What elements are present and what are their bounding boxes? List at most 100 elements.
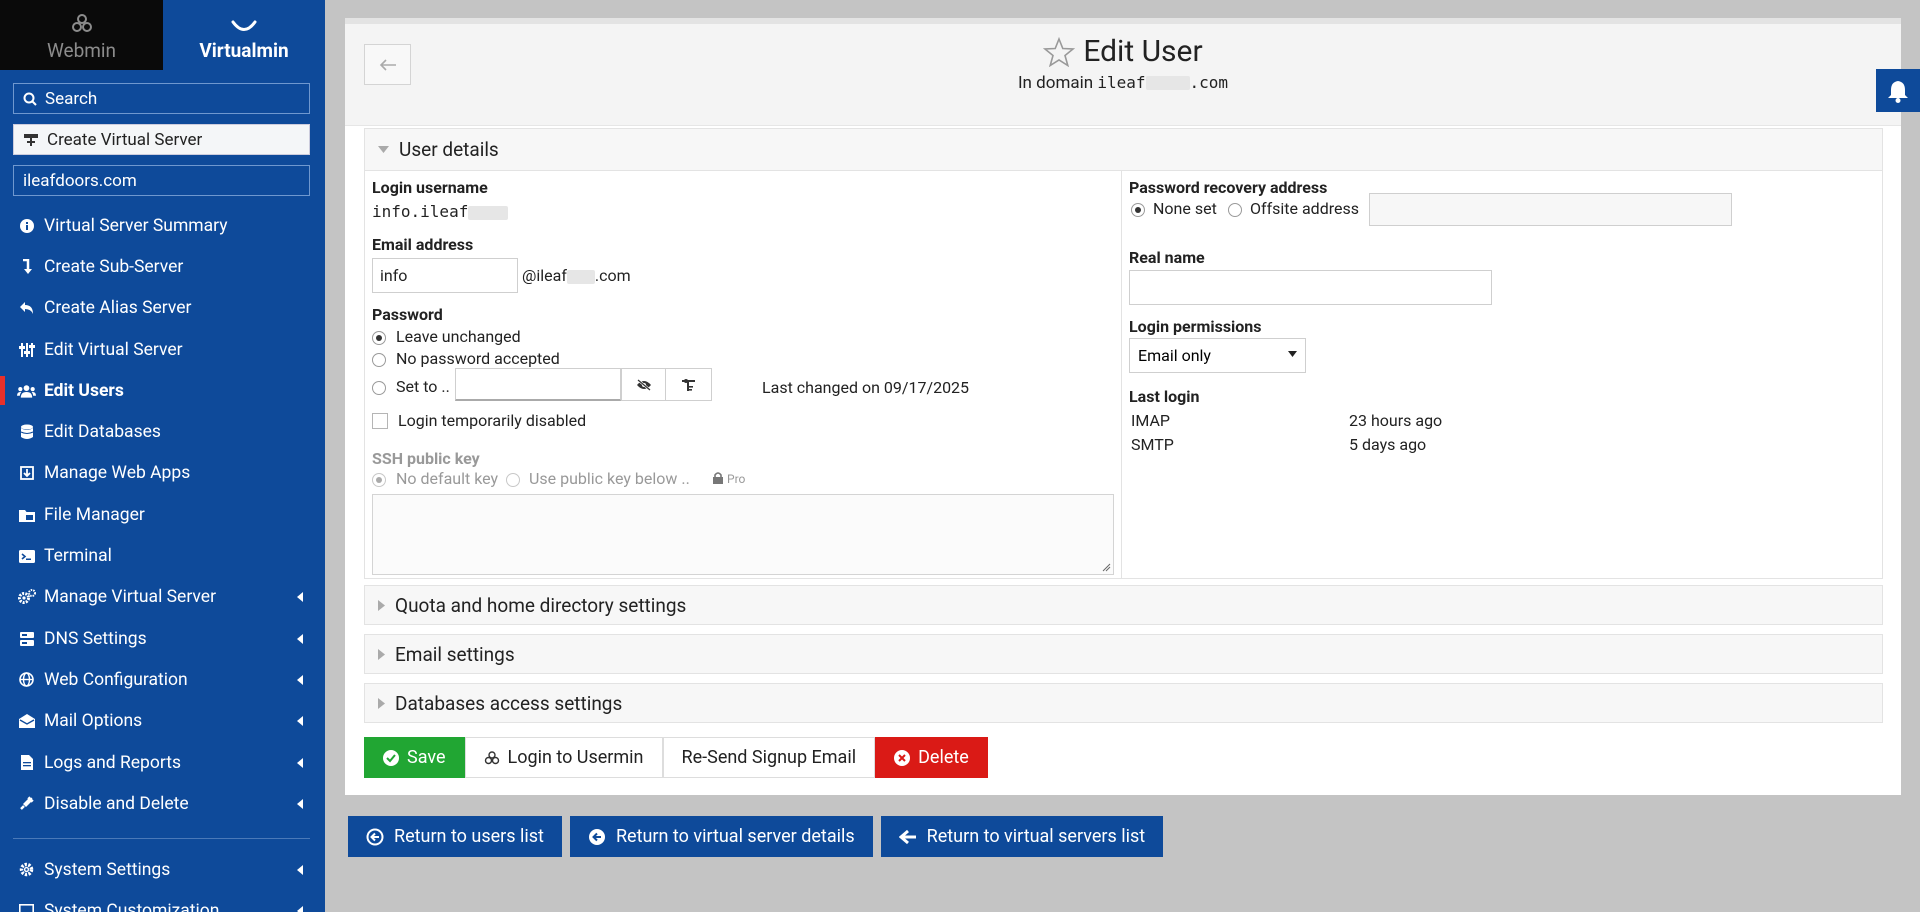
- ssh-public-key-label: SSH public key: [372, 449, 480, 468]
- usermin-logo-icon: [484, 750, 508, 766]
- return-to-virtual-servers-list-button[interactable]: Return to virtual servers list: [880, 816, 1164, 857]
- ssh-use-below-label: Use public key below ..: [529, 469, 690, 488]
- sidebar-item-system-settings[interactable]: System Settings: [0, 849, 325, 890]
- notifications-button[interactable]: [1876, 69, 1920, 112]
- webmin-switch[interactable]: Webmin: [0, 0, 163, 70]
- recovery-offsite-label: Offsite address: [1250, 199, 1359, 218]
- sidebar-item-web-configuration[interactable]: Web Configuration: [0, 659, 325, 700]
- recovery-none-radio[interactable]: [1131, 203, 1145, 217]
- ssh-use-below-radio[interactable]: [506, 473, 520, 487]
- sidebar-item-disable-and-delete[interactable]: Disable and Delete: [0, 783, 325, 824]
- sidebar-item-label: Manage Virtual Server: [44, 587, 217, 608]
- return-buttons: Return to users list Return to virtual s…: [348, 816, 1164, 857]
- password-set-label: Set to ..: [396, 377, 450, 396]
- last-login-label: Last login: [1129, 387, 1200, 406]
- create-virtual-server-button[interactable]: Create Virtual Server: [13, 124, 310, 155]
- password-recovery-label: Password recovery address: [1129, 178, 1328, 197]
- quota-section-header[interactable]: Quota and home directory settings: [364, 585, 1883, 625]
- return-to-virtual-server-details-button[interactable]: Return to virtual server details: [569, 816, 873, 857]
- cogs-icon: [17, 589, 36, 605]
- sidebar-item-logs-and-reports[interactable]: Logs and Reports: [0, 742, 325, 783]
- email-username-input[interactable]: info: [372, 258, 518, 293]
- login-permissions-select[interactable]: Email only: [1129, 338, 1306, 373]
- sidebar-item-label: System Customization: [44, 900, 220, 912]
- create-virtual-server-label: Create Virtual Server: [47, 129, 203, 150]
- login-disabled-label: Login temporarily disabled: [398, 411, 587, 430]
- redacted: [1145, 76, 1190, 90]
- save-button[interactable]: Save: [364, 737, 465, 778]
- show-password-button[interactable]: [621, 368, 666, 401]
- databases-access-section-header[interactable]: Databases access settings: [364, 683, 1883, 723]
- sidebar-item-edit-users[interactable]: Edit Users: [0, 370, 325, 411]
- terminal-icon: [17, 549, 36, 563]
- return-to-virtual-server-details-label: Return to virtual server details: [615, 826, 855, 847]
- caret-left-icon: [297, 674, 303, 685]
- recovery-offsite-input[interactable]: [1369, 193, 1732, 226]
- login-permissions-label: Login permissions: [1129, 317, 1262, 336]
- caret-left-icon: [297, 592, 303, 603]
- subtitle-domain: ileaf .com: [1097, 73, 1228, 92]
- sidebar-search[interactable]: Search: [13, 83, 310, 114]
- window-icon: [17, 904, 36, 912]
- envelope-open-icon: [17, 714, 36, 729]
- caret-right-icon: [378, 648, 385, 660]
- server-plus-icon: [23, 133, 47, 147]
- recovery-none-label: None set: [1153, 199, 1217, 218]
- login-to-usermin-button[interactable]: Login to Usermin: [464, 737, 663, 778]
- sidebar-item-virtual-server-summary[interactable]: Virtual Server Summary: [0, 205, 325, 246]
- password-none-radio[interactable]: [372, 353, 386, 367]
- sidebar-item-edit-virtual-server[interactable]: Edit Virtual Server: [0, 329, 325, 370]
- login-disabled-checkbox[interactable]: [372, 413, 388, 429]
- user-details-header[interactable]: User details: [365, 129, 1882, 171]
- new-password-input[interactable]: [455, 368, 621, 401]
- sidebar-item-label: System Settings: [44, 859, 171, 880]
- sidebar-item-manage-web-apps[interactable]: Manage Web Apps: [0, 453, 325, 494]
- domain-selector[interactable]: ileafdoors.com: [13, 165, 310, 196]
- password-set-radio[interactable]: [372, 381, 386, 395]
- login-username-text: info.ileaf: [372, 202, 469, 221]
- sidebar-item-system-customization[interactable]: System Customization: [0, 890, 325, 912]
- email-address-label: Email address: [372, 235, 474, 254]
- page-title: Edit User: [1083, 34, 1203, 69]
- caret-left-icon: [297, 905, 303, 912]
- file-icon: [17, 755, 36, 770]
- sliders-icon: [17, 342, 36, 357]
- sidebar-item-label: Edit Virtual Server: [44, 339, 183, 360]
- resend-signup-email-button[interactable]: Re-Send Signup Email: [662, 737, 876, 778]
- info-icon: [17, 218, 36, 233]
- caret-left-icon: [297, 798, 303, 809]
- sidebar-item-manage-virtual-server[interactable]: Manage Virtual Server: [0, 577, 325, 618]
- key-generate-icon: [681, 377, 696, 392]
- globe-icon: [17, 672, 36, 688]
- bell-icon: [1887, 79, 1909, 103]
- sidebar-item-file-manager[interactable]: File Manager: [0, 494, 325, 535]
- sidebar-divider: [13, 838, 310, 839]
- caret-right-icon: [378, 599, 385, 611]
- ssh-key-textarea[interactable]: [372, 494, 1114, 575]
- eye-slash-icon: [636, 378, 652, 391]
- resend-signup-email-label: Re-Send Signup Email: [681, 747, 857, 768]
- sidebar-item-create-sub-server[interactable]: Create Sub-Server: [0, 246, 325, 287]
- generate-password-button[interactable]: [665, 368, 712, 401]
- caret-left-icon: [297, 864, 303, 875]
- delete-button[interactable]: Delete: [875, 737, 988, 778]
- virtualmin-switch[interactable]: Virtualmin: [163, 0, 325, 70]
- real-name-input[interactable]: [1129, 270, 1492, 305]
- sidebar-item-terminal[interactable]: Terminal: [0, 535, 325, 576]
- sidebar-item-mail-options[interactable]: Mail Options: [0, 701, 325, 742]
- email-settings-section-header[interactable]: Email settings: [364, 634, 1883, 674]
- return-to-users-list-button[interactable]: Return to users list: [348, 816, 562, 857]
- sidebar-item-dns-settings[interactable]: DNS Settings: [0, 618, 325, 659]
- times-circle-icon: [894, 749, 918, 766]
- section-title: User details: [399, 138, 499, 161]
- recovery-offsite-radio[interactable]: [1228, 203, 1242, 217]
- sidebar-item-create-alias-server[interactable]: Create Alias Server: [0, 288, 325, 329]
- save-label: Save: [407, 747, 446, 768]
- ssh-no-default-radio[interactable]: [372, 473, 386, 487]
- sidebar-item-edit-databases[interactable]: Edit Databases: [0, 411, 325, 452]
- redacted: [468, 205, 509, 220]
- favorite-star-icon[interactable]: [1043, 36, 1083, 67]
- resize-handle-icon[interactable]: [1102, 563, 1111, 572]
- password-leave-unchanged-label: Leave unchanged: [396, 327, 521, 346]
- password-leave-unchanged-radio[interactable]: [372, 331, 386, 345]
